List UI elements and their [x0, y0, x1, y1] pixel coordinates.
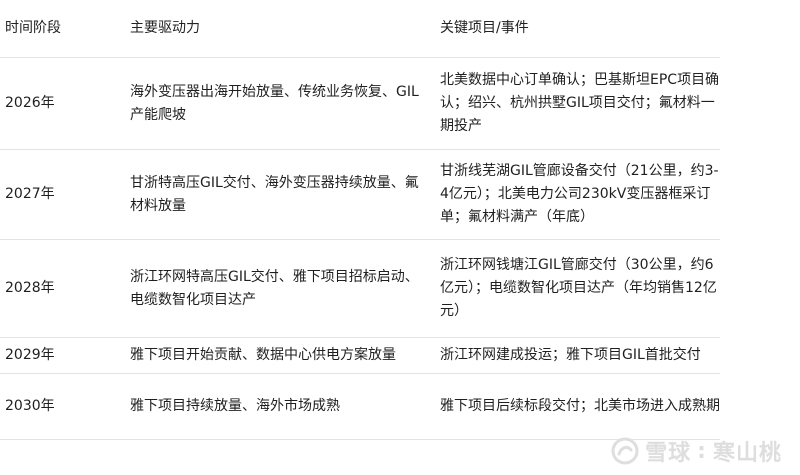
header-drivers: 主要驱动力	[130, 20, 200, 36]
watermark-separator: :	[697, 438, 707, 464]
snowball-logo-icon	[611, 437, 639, 465]
watermark-author: 寒山桃	[712, 441, 782, 466]
events-cell: 雅下项目后续标段交付；北美市场进入成熟期	[440, 398, 720, 414]
table-row: 2026年 海外变压器出海开始放量、传统业务恢复、GIL产能爬坡 北美数据中心订…	[0, 58, 720, 150]
drivers-cell: 海外变压器出海开始放量、传统业务恢复、GIL产能爬坡	[130, 83, 419, 123]
table-row: 2028年 浙江环网特高压GIL交付、雅下项目招标启动、电缆数智化项目达产 浙江…	[0, 240, 720, 338]
events-cell: 浙江环网建成投运；雅下项目GIL首批交付	[440, 347, 701, 363]
events-cell: 北美数据中心订单确认；巴基斯坦EPC项目确认；绍兴、杭州拱墅GIL项目交付；氟材…	[440, 72, 720, 134]
drivers-cell: 雅下项目开始贡献、数据中心供电方案放量	[130, 347, 396, 363]
table-row: 2027年 甘浙特高压GIL交付、海外变压器持续放量、氟材料放量 甘浙线芜湖GI…	[0, 150, 720, 240]
header-events: 关键项目/事件	[440, 20, 529, 36]
events-cell: 甘浙线芜湖GIL管廊设备交付（21公里，约3-4亿元）；北美电力公司230kV变…	[440, 163, 719, 225]
period-cell: 2027年	[5, 186, 55, 202]
watermark-brand: 雪球	[645, 441, 692, 466]
header-period: 时间阶段	[5, 20, 61, 36]
table-row: 2030年 雅下项目持续放量、海外市场成熟 雅下项目后续标段交付；北美市场进入成…	[0, 374, 720, 440]
table-header-row: 时间阶段 主要驱动力 关键项目/事件	[0, 0, 720, 58]
period-cell: 2030年	[5, 398, 55, 414]
period-cell: 2026年	[5, 95, 55, 111]
data-table: 时间阶段 主要驱动力 关键项目/事件 2026年 海外变压器出海开始放量、传统业…	[0, 0, 720, 440]
drivers-cell: 浙江环网特高压GIL交付、雅下项目招标启动、电缆数智化项目达产	[130, 268, 419, 308]
drivers-cell: 甘浙特高压GIL交付、海外变压器持续放量、氟材料放量	[130, 174, 419, 214]
drivers-cell: 雅下项目持续放量、海外市场成熟	[130, 398, 340, 414]
watermark: 雪球 : 寒山桃	[611, 435, 782, 467]
period-cell: 2029年	[5, 347, 55, 363]
period-cell: 2028年	[5, 280, 55, 296]
table-row: 2029年 雅下项目开始贡献、数据中心供电方案放量 浙江环网建成投运；雅下项目G…	[0, 338, 720, 374]
events-cell: 浙江环网钱塘江GIL管廊交付（30公里，约6亿元）；电缆数智化项目达产（年均销售…	[440, 257, 717, 319]
